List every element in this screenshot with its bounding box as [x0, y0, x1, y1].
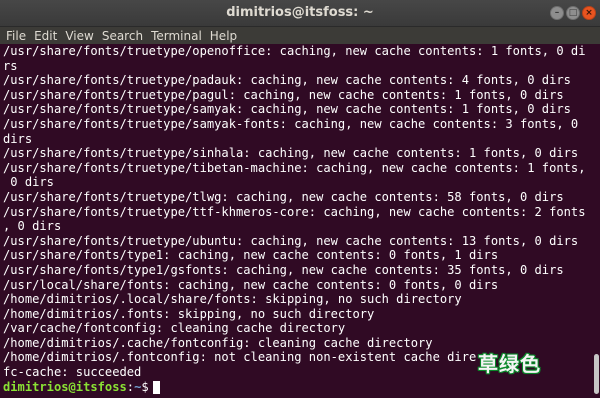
output-line: /var/cache/fontconfig: cleaning cache di… — [3, 321, 346, 336]
output-line: /usr/share/fonts/truetype/samyak: cachin… — [3, 102, 571, 117]
output-line: dirs — [3, 131, 33, 146]
window-title: dimitrios@itsfoss: ~ — [226, 5, 374, 20]
output-line: /usr/share/fonts/type1: caching, new cac… — [3, 248, 499, 263]
text-cursor — [152, 380, 160, 394]
close-button[interactable]: × — [582, 6, 596, 20]
menu-edit[interactable]: Edit — [30, 29, 61, 43]
menu-file[interactable]: File — [0, 29, 30, 43]
output-line: /usr/share/fonts/truetype/padauk: cachin… — [3, 73, 571, 88]
output-line: , 0 dirs — [3, 219, 62, 234]
output-line: /usr/share/fonts/truetype/sinhala: cachi… — [3, 146, 579, 161]
menu-terminal[interactable]: Terminal — [147, 29, 206, 43]
output-line: /usr/share/fonts/type1/gsfonts: caching,… — [3, 262, 564, 277]
output-line: /usr/share/fonts/truetype/samyak-fonts: … — [3, 116, 579, 131]
output-line: /usr/share/fonts/truetype/openoffice: ca… — [3, 44, 586, 58]
menu-view[interactable]: View — [61, 29, 97, 43]
menu-help[interactable]: Help — [206, 29, 241, 43]
terminal-output[interactable]: /usr/share/fonts/truetype/openoffice: ca… — [0, 44, 592, 398]
output-line: rs — [3, 58, 18, 73]
prompt-separator: : — [126, 379, 135, 394]
terminal-window: dimitrios@itsfoss: ~ – □ × File Edit Vie… — [0, 0, 600, 398]
menu-search[interactable]: Search — [98, 29, 147, 43]
output-line: /usr/local/share/fonts: caching, new cac… — [3, 277, 499, 292]
title-bar[interactable]: dimitrios@itsfoss: ~ – □ × — [0, 0, 600, 27]
output-line: /usr/share/fonts/truetype/ttf-khmeros-co… — [3, 204, 586, 219]
scrollbar[interactable] — [592, 44, 600, 398]
output-line: /home/dimitrios/.local/share/fonts: skip… — [3, 292, 462, 307]
minimize-button[interactable]: – — [550, 6, 564, 20]
output-line: /usr/share/fonts/truetype/tibetan-machin… — [3, 160, 586, 175]
prompt-user-host: dimitrios@itsfoss — [3, 379, 127, 394]
output-line: /usr/share/fonts/truetype/ubuntu: cachin… — [3, 233, 579, 248]
watermark-logo: 草绿色 — [478, 352, 541, 376]
output-line: /usr/share/fonts/truetype/pagul: caching… — [3, 87, 564, 102]
output-line: /usr/share/fonts/truetype/tlwg: caching,… — [3, 189, 564, 204]
output-line: /home/dimitrios/.fonts: skipping, no suc… — [3, 306, 375, 321]
prompt-line[interactable]: dimitrios@itsfoss:~$ — [0, 380, 592, 395]
output-line: 0 dirs — [3, 175, 54, 190]
prompt-symbol: $ — [141, 379, 149, 394]
maximize-button[interactable]: □ — [566, 6, 580, 20]
menu-bar: File Edit View Search Terminal Help — [0, 27, 600, 44]
scrollbar-thumb[interactable] — [594, 354, 599, 394]
